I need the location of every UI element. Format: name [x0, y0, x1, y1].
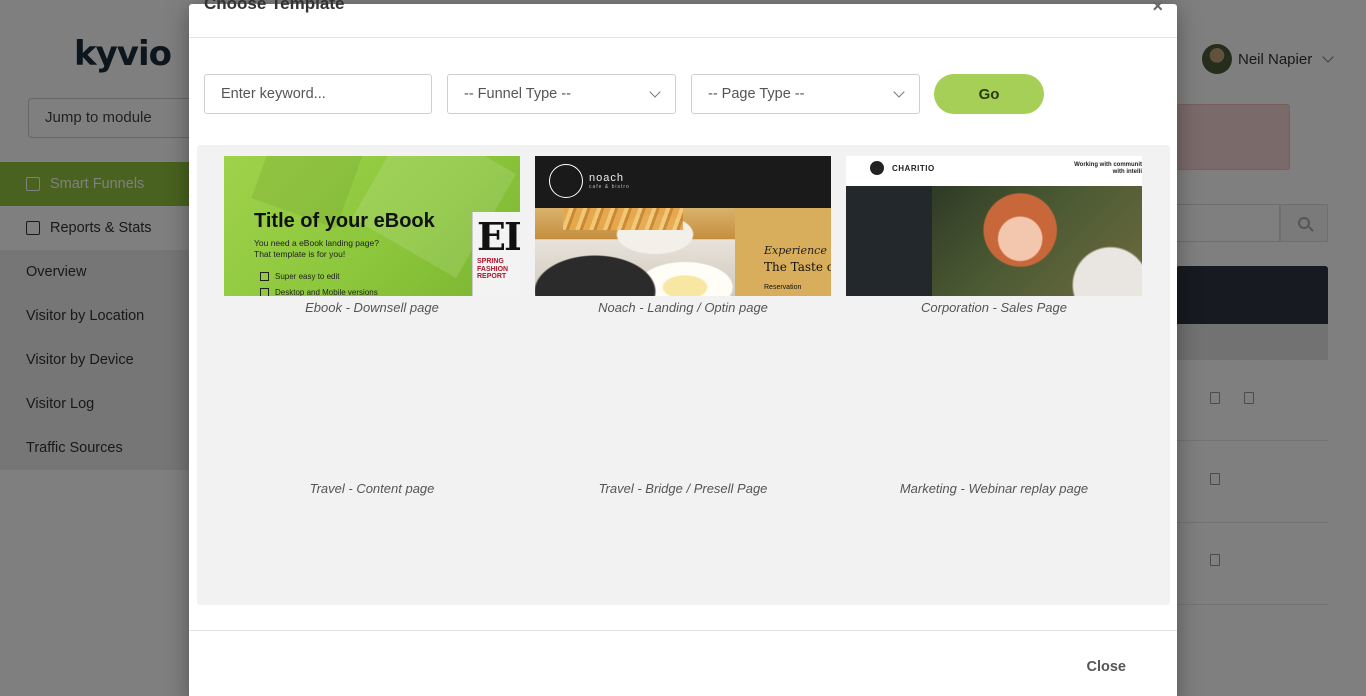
thumb-line: You need a eBook landing page?	[254, 238, 379, 248]
thumb-line: That template is for you!	[254, 248, 346, 259]
checkbox-icon	[260, 272, 269, 282]
close-button[interactable]: Close	[1087, 659, 1127, 675]
template-grid: Title of your eBook You need a eBook lan…	[197, 145, 1170, 605]
checkbox-icon	[260, 288, 269, 296]
template-label: Noach - Landing / Optin page	[598, 300, 768, 315]
go-button[interactable]: Go	[934, 74, 1044, 114]
template-card-ebook[interactable]: Title of your eBook You need a eBook lan…	[224, 156, 520, 315]
page-type-value: -- Page Type --	[708, 86, 805, 102]
thumb-brand: CHARITIO	[892, 164, 935, 173]
modal-header: Choose Template ×	[189, 0, 1177, 38]
template-label: Ebook - Downsell page	[305, 300, 439, 315]
template-label: Marketing - Webinar replay page	[899, 481, 1089, 496]
template-label: Corporation - Sales Page	[921, 300, 1067, 315]
keyword-input[interactable]	[204, 74, 432, 114]
magazine-cover: EL SPRING FASHION REPORT	[472, 212, 520, 296]
thumb-experience: Experience	[764, 244, 827, 257]
magazine-title: EL	[477, 214, 520, 259]
thumb-tagline: Working with communit with intelli	[1074, 162, 1142, 176]
bird-logo-icon	[549, 164, 583, 198]
globe-logo-icon	[870, 161, 884, 175]
template-card-marketing-webinar[interactable]: Marketing - Webinar replay page	[846, 481, 1142, 496]
thumb-brand: noach cafe & bistro	[589, 172, 630, 190]
brand-sub: cafe & bistro	[589, 184, 630, 190]
thumb-check-label: Desktop and Mobile versions	[275, 288, 378, 296]
funnel-type-select[interactable]: -- Funnel Type --	[447, 74, 676, 114]
modal-footer: Close	[189, 630, 1177, 696]
thumb-heading: Title of your eBook	[254, 210, 435, 232]
template-thumbnail[interactable]: Title of your eBook You need a eBook lan…	[224, 156, 520, 296]
thumb-check: Desktop and Mobile versions	[260, 288, 378, 296]
template-card-travel-bridge[interactable]: Travel - Bridge / Presell Page	[535, 481, 831, 496]
child-photo	[932, 186, 1142, 296]
template-card-corporation[interactable]: CHARITIO Working with communit with inte…	[846, 156, 1142, 315]
funnel-type-value: -- Funnel Type --	[464, 86, 571, 102]
thumb-taste: The Taste of	[764, 260, 831, 274]
magazine-report: SPRING FASHION REPORT	[477, 258, 509, 281]
template-card-noach[interactable]: noach cafe & bistro Experience The Taste …	[535, 156, 831, 315]
template-card-travel-content[interactable]: Travel - Content page	[224, 481, 520, 496]
thumb-text: You need a eBook landing page? That templ…	[254, 238, 379, 259]
template-label: Travel - Bridge / Presell Page	[598, 481, 768, 496]
close-icon[interactable]: ×	[1152, 0, 1163, 17]
chevron-down-icon	[649, 86, 661, 98]
choose-template-modal: Choose Template × -- Funnel Type -- -- P…	[189, 0, 1177, 696]
thumb-reservation: Reservation	[764, 284, 802, 291]
template-label: Travel - Content page	[309, 481, 435, 496]
chevron-down-icon	[893, 86, 905, 98]
template-thumbnail[interactable]: CHARITIO Working with communit with inte…	[846, 156, 1142, 296]
modal-title: Choose Template	[204, 0, 345, 13]
brand-name: noach	[589, 172, 624, 184]
template-filters: -- Funnel Type -- -- Page Type -- Go	[204, 74, 1164, 114]
thumb-check-label: Super easy to edit	[275, 272, 340, 281]
thumb-dark-panel	[846, 186, 932, 296]
template-thumbnail[interactable]: noach cafe & bistro Experience The Taste …	[535, 156, 831, 296]
thumb-check: Super easy to edit	[260, 272, 340, 282]
page-type-select[interactable]: -- Page Type --	[691, 74, 920, 114]
fries-photo	[563, 208, 683, 230]
